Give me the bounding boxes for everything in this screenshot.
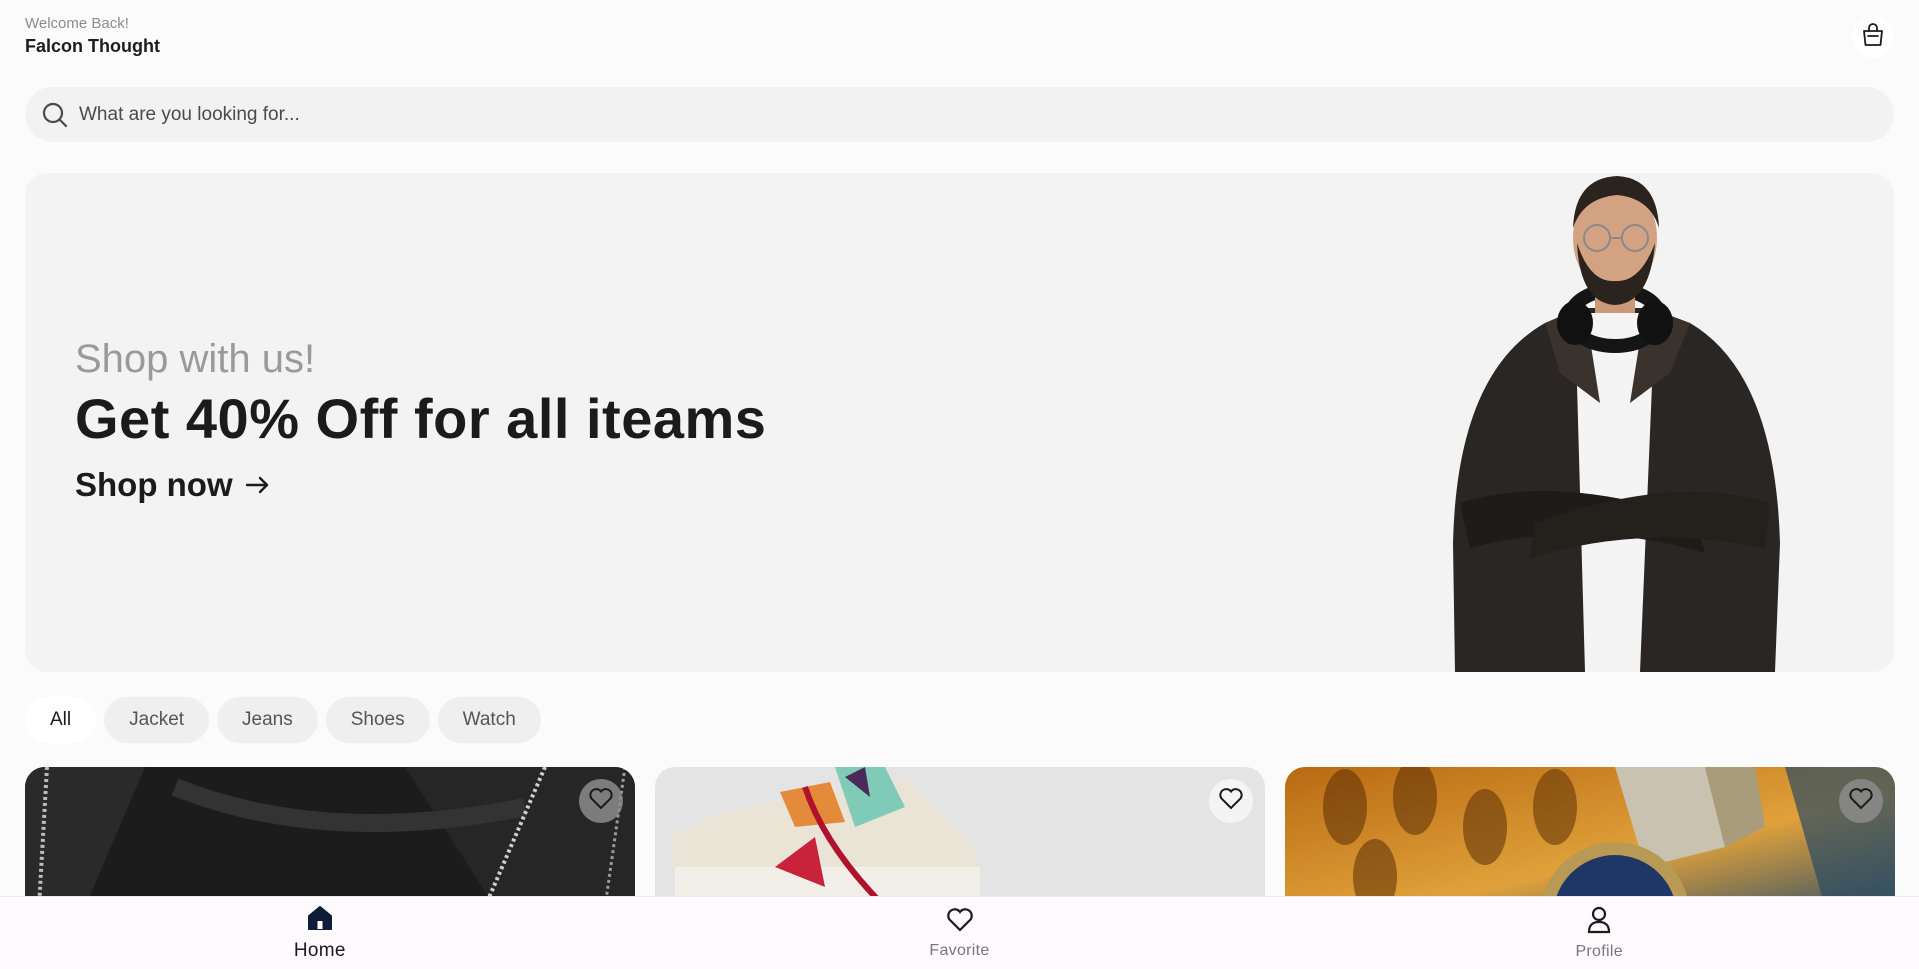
nav-label-profile: Profile: [1575, 942, 1623, 960]
heart-icon: [946, 907, 974, 938]
chip-jeans[interactable]: Jeans: [217, 697, 318, 743]
nav-favorite[interactable]: Favorite: [640, 897, 1280, 969]
nav-label-home: Home: [293, 939, 346, 961]
welcome-text: Welcome Back!: [25, 15, 129, 32]
product-image-watch: [1285, 767, 1895, 907]
nav-home[interactable]: Home: [0, 897, 640, 969]
header: Welcome Back! Falcon Thought: [25, 14, 160, 58]
search-input[interactable]: [79, 94, 1894, 135]
chip-jacket[interactable]: Jacket: [104, 697, 210, 743]
product-image-jacket: [25, 767, 635, 907]
banner-model-image: [1453, 176, 1780, 672]
shop-now-link[interactable]: Shop now: [75, 465, 271, 505]
chip-all[interactable]: All: [25, 697, 97, 743]
product-card-watch[interactable]: [1285, 767, 1895, 907]
user-name: Falcon Thought: [25, 36, 160, 56]
search-bar[interactable]: [25, 87, 1894, 142]
bottom-nav: Home Favorite Profile: [0, 896, 1919, 969]
banner-title: Get 40% Off for all iteams: [75, 387, 767, 450]
favorite-button[interactable]: [1209, 779, 1253, 823]
category-chips: All Jacket Jeans Shoes Watch: [25, 697, 541, 743]
product-card-shoes[interactable]: [655, 767, 1265, 907]
home-icon: [306, 905, 334, 936]
chip-shoes[interactable]: Shoes: [325, 697, 430, 743]
favorite-button[interactable]: [579, 779, 623, 823]
product-image-shoes: [655, 767, 1265, 907]
heart-icon: [588, 787, 614, 816]
heart-icon: [1218, 787, 1244, 816]
cart-button[interactable]: [1852, 16, 1894, 58]
shop-now-label: Shop now: [75, 466, 233, 503]
product-card-jacket[interactable]: [25, 767, 635, 907]
heart-icon: [1848, 787, 1874, 816]
chip-watch[interactable]: Watch: [437, 697, 541, 743]
user-icon: [1586, 906, 1612, 939]
favorite-button[interactable]: [1839, 779, 1883, 823]
arrow-right-icon: [245, 475, 271, 495]
promo-banner: Shop with us! Get 40% Off for all iteams…: [25, 173, 1894, 672]
nav-label-favorite: Favorite: [929, 941, 990, 959]
shopping-bag-icon: [1861, 22, 1885, 53]
nav-profile[interactable]: Profile: [1279, 897, 1919, 969]
banner-subtitle: Shop with us!: [75, 337, 316, 381]
search-icon: [39, 99, 71, 131]
